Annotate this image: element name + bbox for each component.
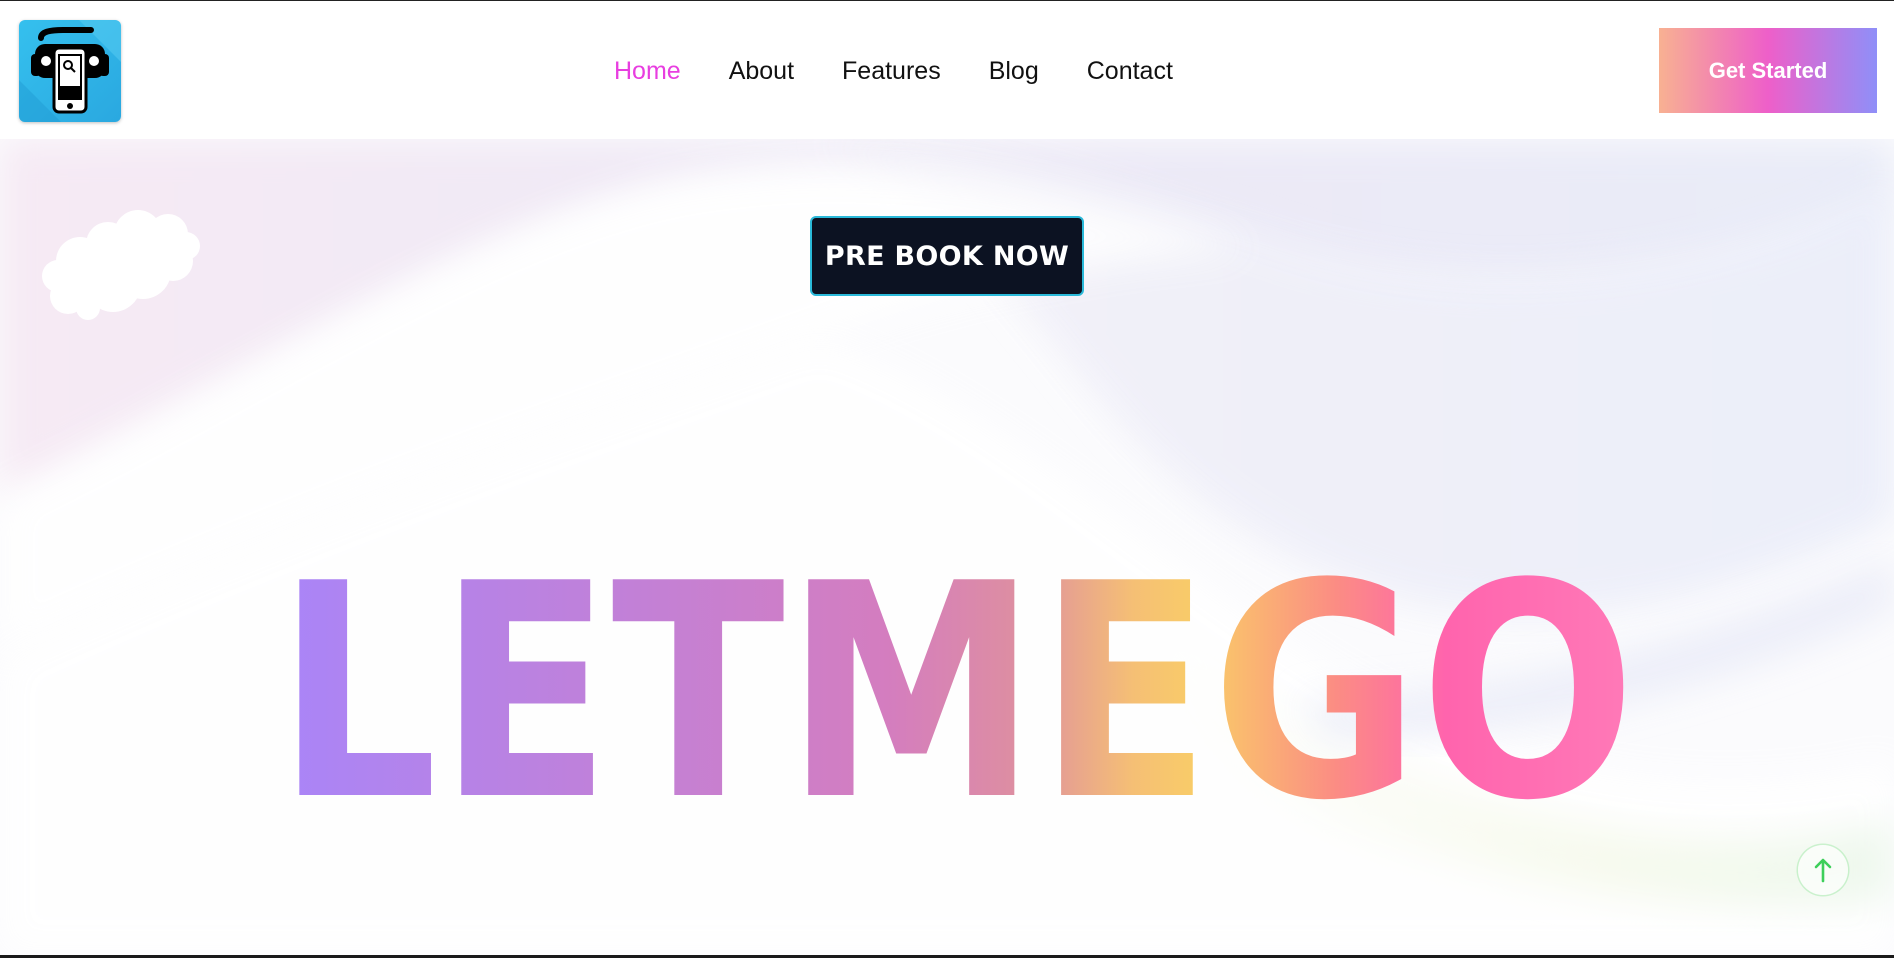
nav-item-home[interactable]: Home (614, 57, 681, 86)
nav-item-contact[interactable]: Contact (1087, 57, 1173, 86)
main-nav: Home About Features Blog Contact (614, 53, 1173, 89)
logo[interactable] (19, 20, 121, 122)
page: PRE BOOK NOW LETMEGO Home About Features… (0, 0, 1894, 958)
top-border (0, 0, 1894, 1)
brand-wordmark: LETMEGO (276, 520, 1636, 865)
arrow-up-icon (1814, 858, 1832, 883)
nav-item-features[interactable]: Features (842, 57, 941, 86)
site-header: Home About Features Blog Contact Get Sta… (0, 1, 1894, 139)
car-phone-app-icon (19, 20, 121, 122)
hero-section: PRE BOOK NOW LETMEGO (0, 139, 1894, 955)
get-started-button[interactable]: Get Started (1659, 28, 1877, 113)
nav-item-about[interactable]: About (729, 57, 794, 86)
brand-text: LETMEGO (276, 520, 1636, 865)
nav-item-blog[interactable]: Blog (989, 57, 1039, 86)
scroll-to-top-button[interactable] (1798, 845, 1848, 895)
